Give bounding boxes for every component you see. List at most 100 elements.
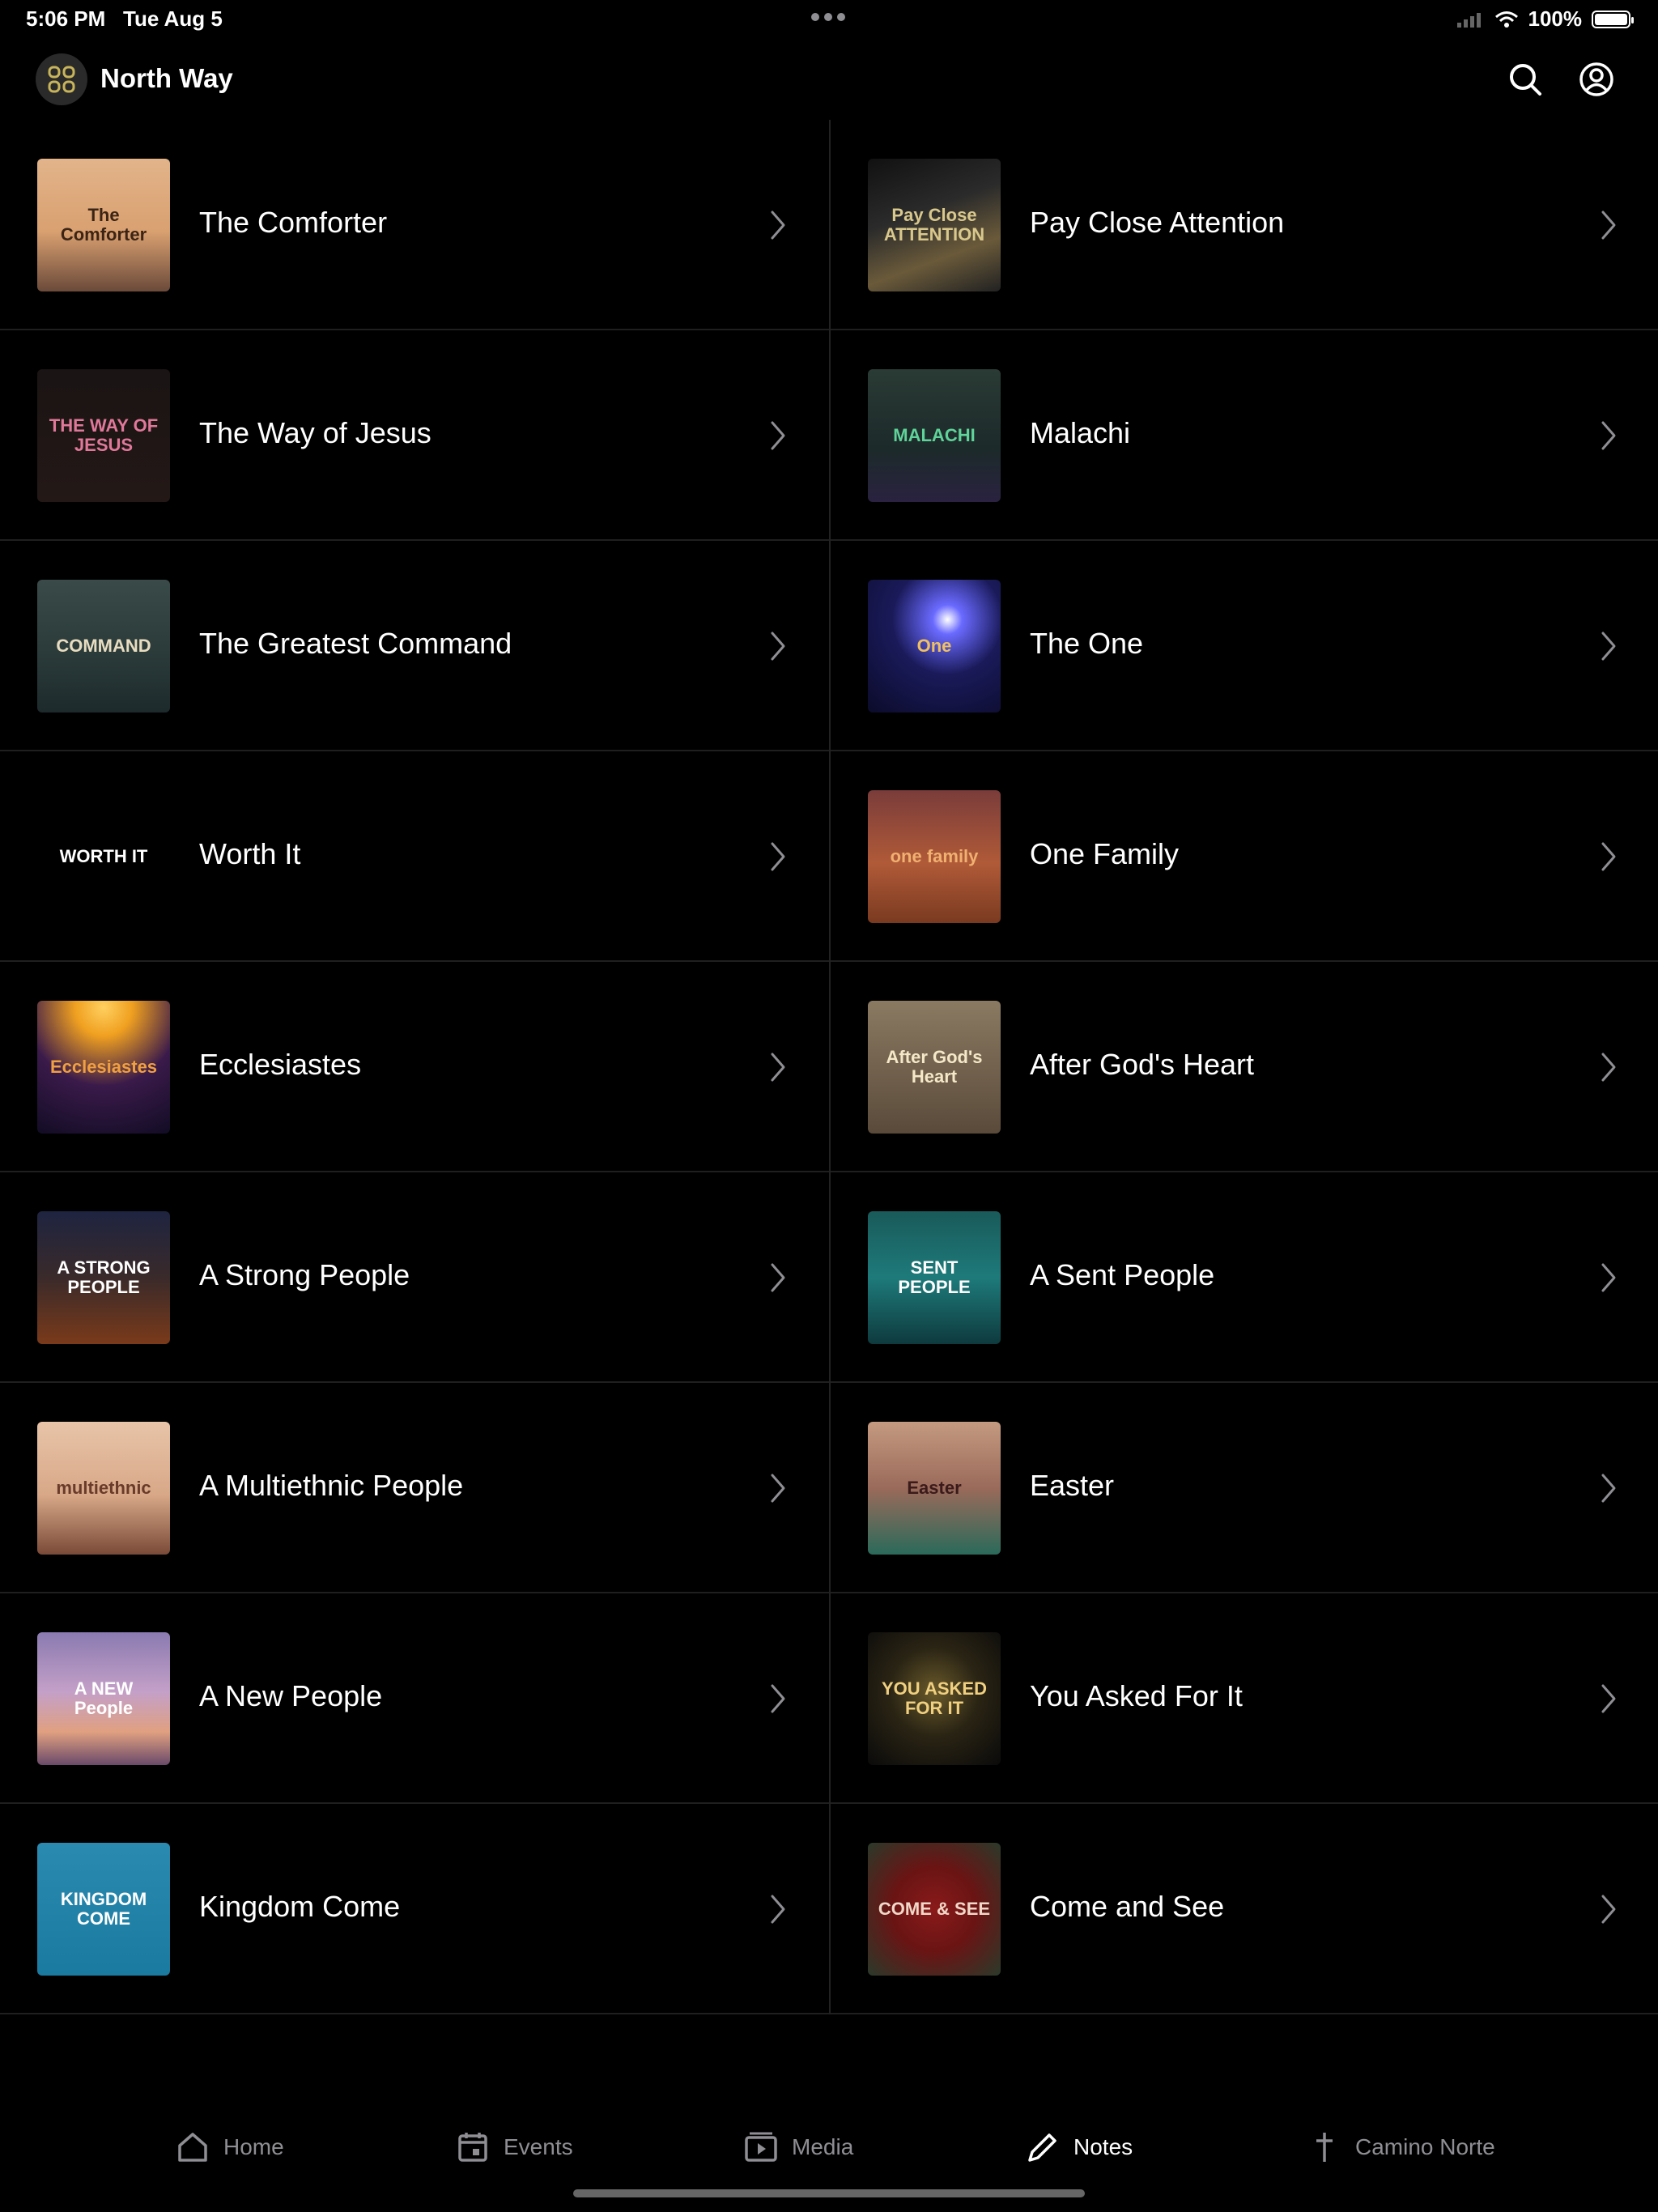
series-artwork-text: COMMAND	[56, 635, 151, 656]
calendar-icon	[458, 2133, 487, 2162]
series-artwork: YOU ASKED FOR IT	[868, 1632, 1001, 1765]
chevron-right-icon	[1601, 842, 1616, 871]
series-artwork-text: Pay Close ATTENTION	[883, 204, 985, 245]
chevron-right-icon	[771, 211, 785, 240]
chevron-right-icon	[1601, 421, 1616, 450]
multitasking-dots-icon[interactable]	[811, 8, 847, 21]
series-artwork: MALACHI	[868, 369, 1001, 502]
series-item[interactable]: Easter Easter	[831, 1383, 1658, 1593]
chevron-right-icon	[1601, 1474, 1616, 1503]
chevron-right-icon	[771, 1895, 785, 1924]
series-title: A Strong People	[199, 1258, 410, 1291]
home-indicator[interactable]	[573, 2189, 1085, 2197]
series-item[interactable]: One The One	[831, 541, 1658, 751]
series-artwork: After God's Heart	[868, 1001, 1001, 1134]
series-artwork: One	[868, 580, 1001, 713]
series-item[interactable]: Pay Close ATTENTION Pay Close Attention	[831, 120, 1658, 330]
tab-notes[interactable]: Notes	[1025, 2115, 1133, 2180]
series-title: One Family	[1030, 837, 1180, 870]
series-item[interactable]: COME & SEE Come and See	[831, 1804, 1658, 2014]
series-title: Easter	[1030, 1469, 1115, 1502]
series-artwork-text: KINGDOM COME	[60, 1888, 147, 1929]
series-artwork-text: THE WAY OF JESUS	[49, 415, 159, 455]
series-artwork: KINGDOM COME	[37, 1843, 170, 1976]
series-artwork-text: One	[916, 635, 952, 656]
series-item[interactable]: Ecclesiastes Ecclesiastes	[0, 962, 829, 1172]
status-date: Tue Aug 5	[123, 6, 223, 31]
series-title: After God's Heart	[1030, 1048, 1254, 1081]
profile-button[interactable]	[1572, 55, 1621, 104]
series-item[interactable]: COMMAND The Greatest Command	[0, 541, 829, 751]
series-artwork: Easter	[868, 1422, 1001, 1555]
tab-media[interactable]: Media	[743, 2115, 853, 2180]
series-item[interactable]: WORTH IT Worth It	[0, 751, 829, 962]
series-artwork: WORTH IT	[37, 790, 170, 923]
series-artwork: A STRONG PEOPLE	[37, 1211, 170, 1344]
series-item[interactable]: one family One Family	[831, 751, 1658, 962]
chevron-right-icon	[771, 842, 785, 871]
status-time: 5:06 PM	[26, 6, 106, 31]
series-artwork: Ecclesiastes	[37, 1001, 170, 1134]
series-item[interactable]: The Comforter The Comforter	[0, 120, 829, 330]
series-artwork-text: WORTH IT	[59, 845, 148, 866]
series-artwork-text: MALACHI	[893, 424, 976, 445]
series-item[interactable]: KINGDOM COME Kingdom Come	[0, 1804, 829, 2014]
series-artwork: Pay Close ATTENTION	[868, 159, 1001, 291]
series-artwork: COMMAND	[37, 580, 170, 713]
tab-label: Home	[223, 2134, 284, 2159]
top-nav-bar: North Way	[0, 45, 1658, 113]
series-title: Malachi	[1030, 416, 1131, 449]
series-title: Worth It	[199, 837, 301, 870]
series-artwork-text: SENT PEOPLE	[898, 1257, 971, 1297]
series-artwork: A NEW People	[37, 1632, 170, 1765]
chevron-right-icon	[1601, 632, 1616, 661]
chevron-right-icon	[771, 1263, 785, 1292]
tab-home[interactable]: Home	[175, 2115, 284, 2180]
series-title: The Greatest Command	[199, 627, 512, 660]
battery-percent: 100%	[1528, 6, 1583, 31]
profile-icon	[1579, 62, 1613, 96]
series-item[interactable]: After God's Heart After God's Heart	[831, 962, 1658, 1172]
chevron-right-icon	[1601, 1895, 1616, 1924]
series-artwork-text: COME & SEE	[878, 1898, 991, 1919]
series-item[interactable]: THE WAY OF JESUS The Way of Jesus	[0, 330, 829, 541]
battery-icon	[1592, 10, 1634, 28]
series-item[interactable]: A NEW People A New People	[0, 1593, 829, 1804]
tab-label: Notes	[1073, 2134, 1133, 2159]
series-artwork: THE WAY OF JESUS	[37, 369, 170, 502]
series-title: Come and See	[1030, 1890, 1225, 1923]
series-title: Kingdom Come	[199, 1890, 401, 1923]
wifi-icon	[1494, 11, 1518, 28]
series-item[interactable]: SENT PEOPLE A Sent People	[831, 1172, 1658, 1383]
tab-label: Camino Norte	[1355, 2134, 1495, 2159]
tab-camino-norte[interactable]: Camino Norte	[1307, 2115, 1495, 2180]
tab-events[interactable]: Events	[455, 2115, 573, 2180]
series-artwork-text: A STRONG PEOPLE	[57, 1257, 151, 1297]
search-icon	[1510, 64, 1541, 96]
search-button[interactable]	[1501, 55, 1550, 104]
series-item[interactable]: A STRONG PEOPLE A Strong People	[0, 1172, 829, 1383]
chevron-right-icon	[771, 1684, 785, 1713]
series-artwork-text: The Comforter	[60, 204, 147, 245]
logo-emblem-icon	[48, 66, 75, 93]
series-title: Ecclesiastes	[199, 1048, 362, 1081]
chevron-right-icon	[771, 1053, 785, 1082]
series-item[interactable]: multiethnic A Multiethnic People	[0, 1383, 829, 1593]
series-artwork: multiethnic	[37, 1422, 170, 1555]
series-artwork-text: After God's Heart	[886, 1046, 983, 1087]
series-item[interactable]: MALACHI Malachi	[831, 330, 1658, 541]
chevron-right-icon	[1601, 1684, 1616, 1713]
chevron-right-icon	[771, 421, 785, 450]
series-title: A Sent People	[1030, 1258, 1215, 1291]
cellular-signal-icon	[1456, 12, 1481, 28]
series-title: The Way of Jesus	[199, 416, 432, 449]
series-item[interactable]: YOU ASKED FOR IT You Asked For It	[831, 1593, 1658, 1804]
pencil-icon	[1028, 2133, 1056, 2162]
series-artwork-text: one family	[890, 845, 979, 866]
chevron-right-icon	[1601, 211, 1616, 240]
series-title: The One	[1030, 627, 1144, 660]
cross-icon	[1316, 2133, 1333, 2162]
north-way-logo[interactable]	[36, 53, 87, 105]
series-title: A Multiethnic People	[199, 1469, 464, 1502]
series-artwork-text: Easter	[907, 1477, 962, 1498]
